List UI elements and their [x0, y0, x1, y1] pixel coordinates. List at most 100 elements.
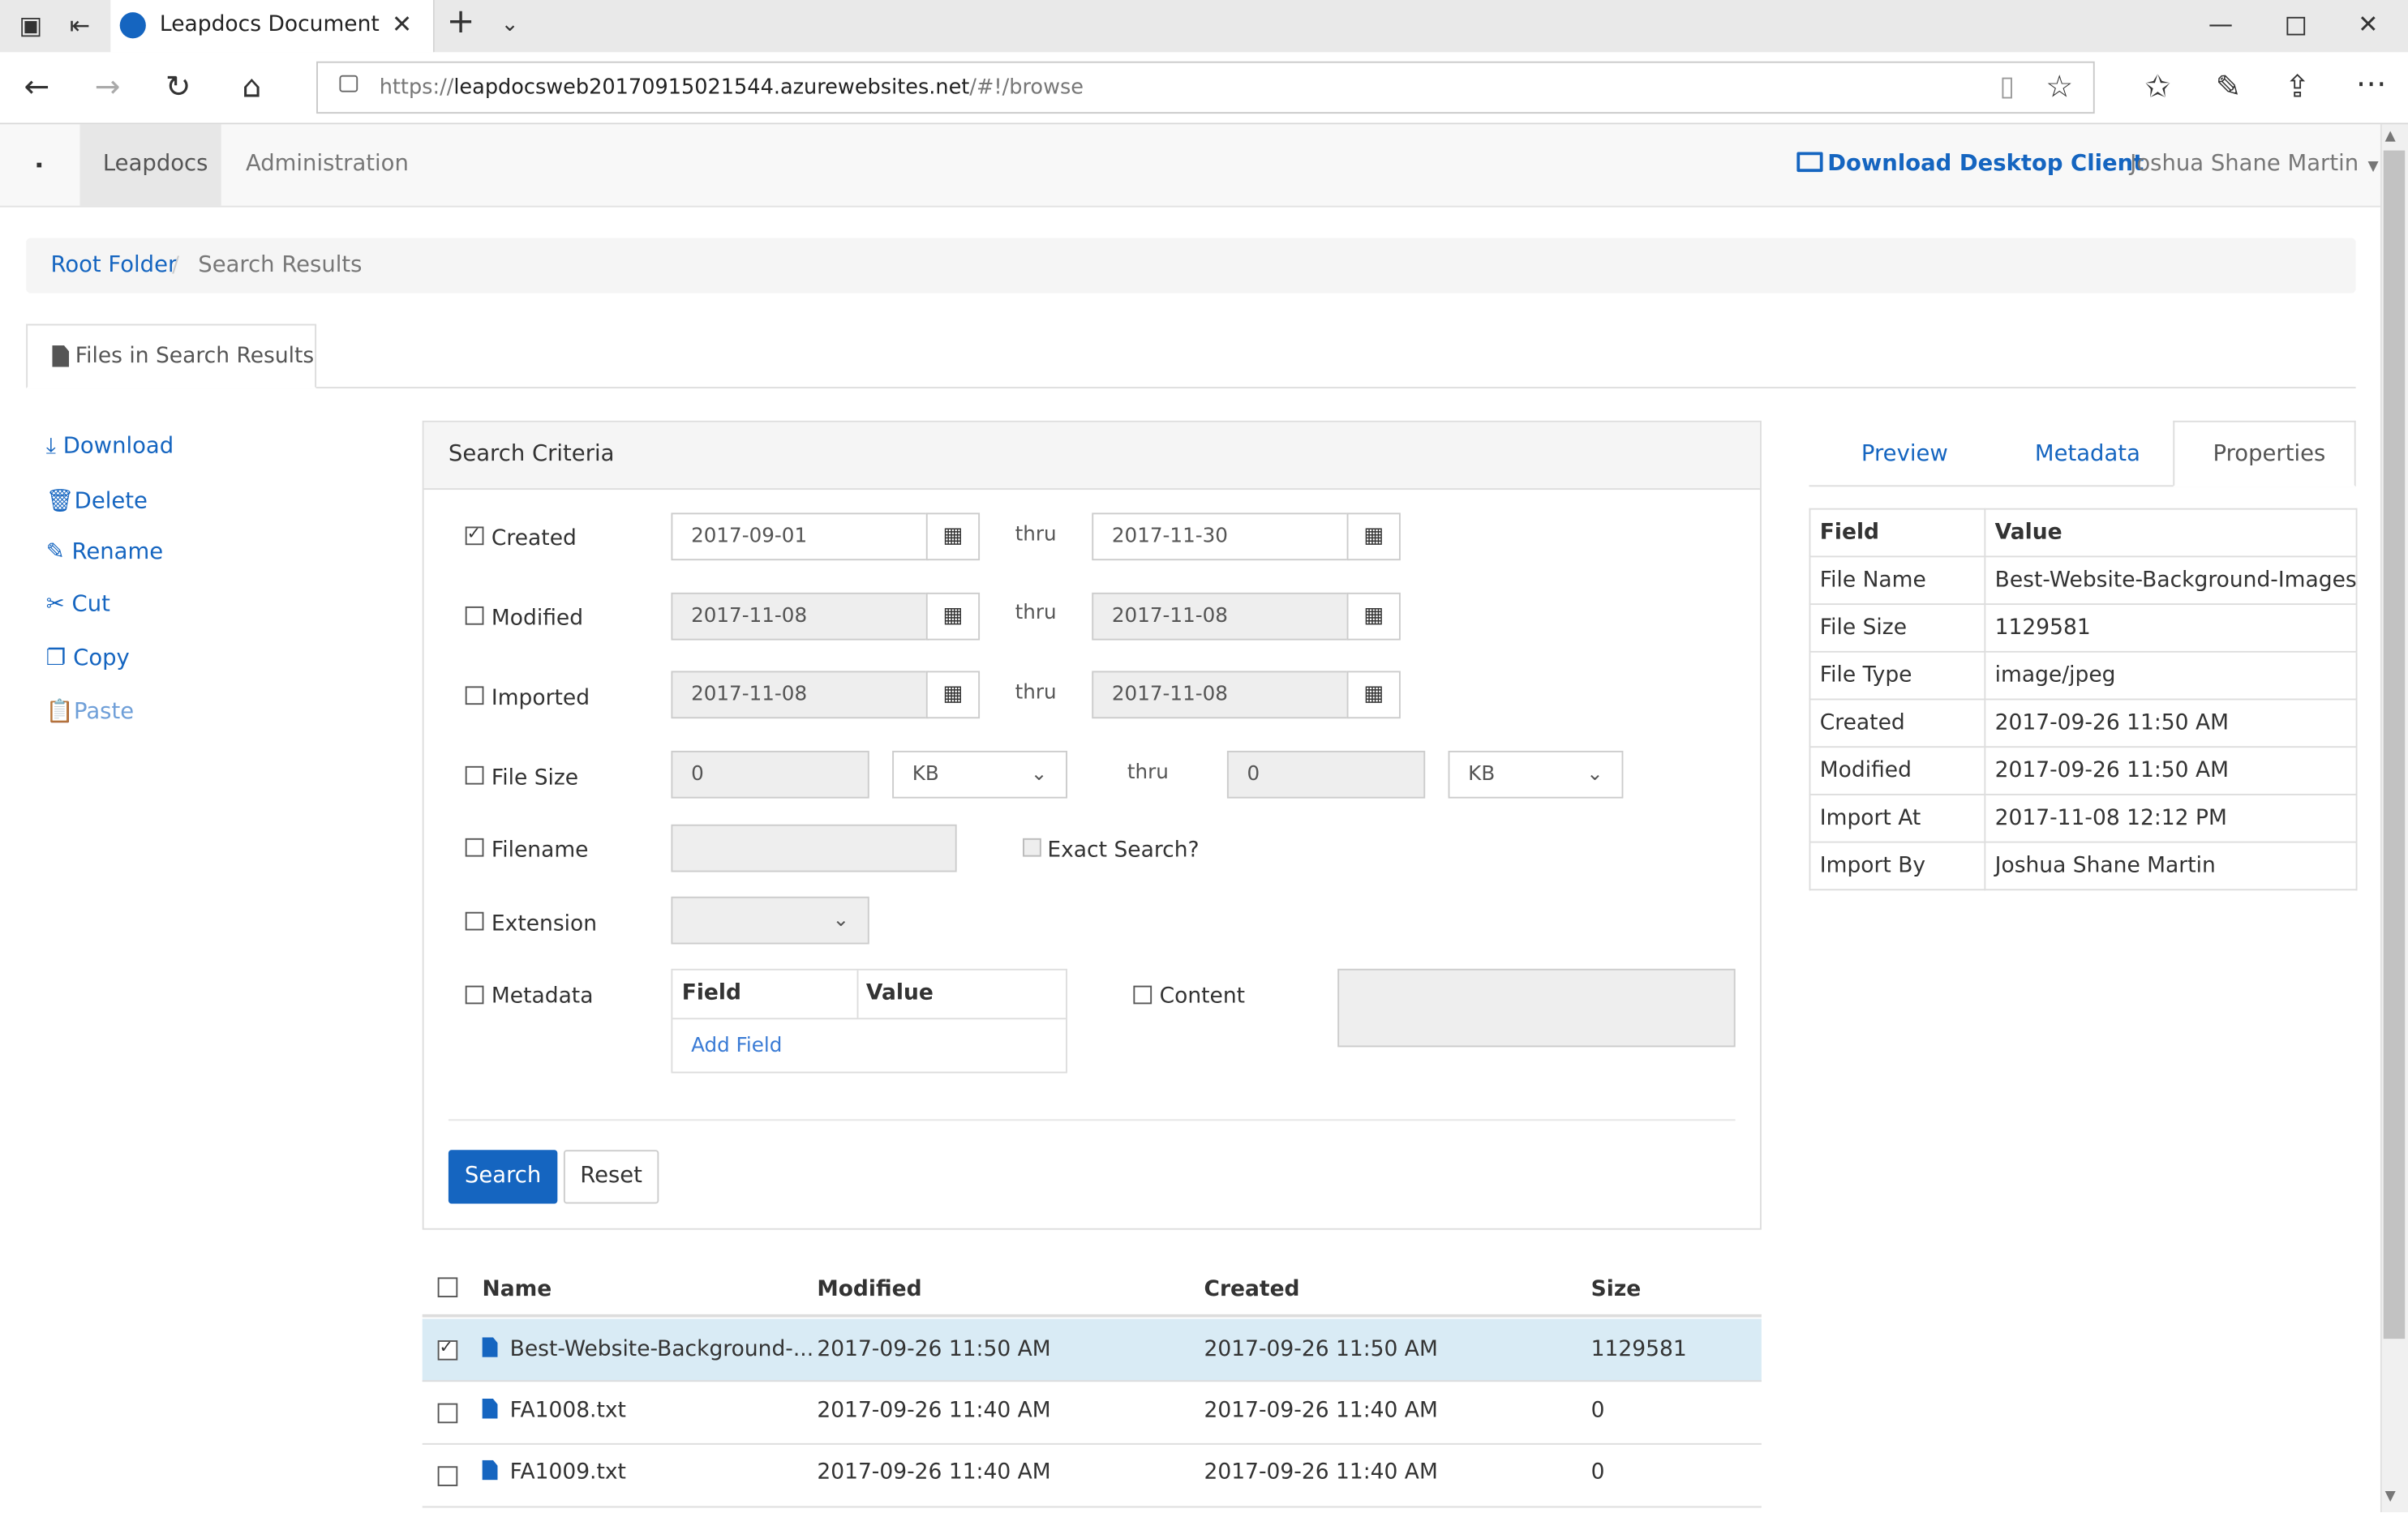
tab-files-in-search-results[interactable]: Files in Search Results	[26, 324, 317, 389]
filesize-to-unit-select[interactable]: KB ⌄	[1448, 750, 1624, 799]
results-header: Name Modified Created Size	[422, 1256, 1762, 1318]
created-header[interactable]: Created	[1204, 1277, 1300, 1301]
select-all-checkbox[interactable]	[437, 1277, 458, 1298]
row-checkbox[interactable]	[437, 1403, 458, 1424]
tab-metadata[interactable]: Metadata	[2035, 442, 2140, 466]
add-field-link[interactable]: Add Field	[691, 1035, 782, 1057]
browser-tab[interactable]: Leapdocs Document Ma ✕	[110, 0, 435, 53]
scroll-down-icon[interactable]: ▼	[2385, 1489, 2396, 1505]
favorite-star-icon[interactable]: ☆	[2038, 71, 2081, 101]
scrollbar-thumb[interactable]	[2383, 150, 2406, 1339]
search-button[interactable]: Search	[448, 1150, 558, 1204]
download-action[interactable]: ⤓ Download	[46, 435, 174, 459]
user-menu[interactable]: Joshua Shane Martin ▼	[2130, 152, 2378, 176]
property-value: 2017-11-08 12:12 PM	[1984, 793, 2358, 843]
nav-administration[interactable]: Administration	[246, 152, 409, 176]
tab-title: Leapdocs Document Ma	[159, 12, 383, 37]
forward-icon[interactable]: →	[86, 71, 129, 101]
breadcrumb: Root Folder / Search Results	[26, 238, 2356, 294]
close-tab-icon[interactable]: ✕	[392, 9, 412, 38]
chevron-down-icon: ⌄	[1030, 763, 1048, 787]
maximize-icon[interactable]	[2286, 16, 2306, 36]
address-bar[interactable]: https://leapdocsweb20170915021544.azurew…	[316, 61, 2095, 114]
filesize-from-unit-select[interactable]: KB ⌄	[892, 750, 1067, 799]
modified-cell: 2017-09-26 11:40 AM	[817, 1459, 1051, 1485]
copy-action[interactable]: ❐ Copy	[46, 646, 130, 671]
more-icon[interactable]: ⋯	[2350, 67, 2393, 98]
imported-checkbox[interactable]	[465, 686, 484, 705]
imported-to-input[interactable]: 2017-11-08	[1092, 671, 1350, 719]
table-row[interactable]: Best-Website-Background-... 2017-09-26 1…	[422, 1318, 1762, 1382]
cut-action[interactable]: ✂ Cut	[46, 593, 110, 617]
size-header[interactable]: Size	[1591, 1277, 1642, 1301]
close-window-icon[interactable]: ✕	[2346, 9, 2389, 40]
table-row[interactable]: FA1009.txt 2017-09-26 11:40 AM 2017-09-2…	[422, 1445, 1762, 1508]
table-row[interactable]: FA1008.txt 2017-09-26 11:40 AM 2017-09-2…	[422, 1382, 1762, 1445]
breadcrumb-root[interactable]: Root Folder	[50, 253, 177, 277]
tab-properties[interactable]: Properties	[2173, 420, 2356, 487]
reading-view-icon[interactable]: ▯	[1985, 71, 2028, 103]
filesize-from-input[interactable]: 0	[671, 750, 869, 799]
set-aside-icon[interactable]: ⇤	[58, 11, 101, 41]
filename-input[interactable]	[671, 824, 957, 872]
pencil-icon: ✎	[45, 540, 65, 565]
web-note-icon[interactable]: ✎	[2207, 71, 2250, 101]
share-icon[interactable]: ⇪	[2276, 71, 2319, 101]
back-icon[interactable]: ←	[15, 71, 58, 101]
minimize-icon[interactable]: —	[2199, 9, 2242, 40]
thru-label: thru	[1015, 523, 1057, 547]
row-checkbox[interactable]	[437, 1466, 458, 1486]
nav-leapdocs[interactable]: Leapdocs	[79, 124, 221, 206]
new-tab-icon[interactable]: +	[440, 6, 483, 40]
modified-label: Modified	[491, 606, 584, 632]
reset-button[interactable]: Reset	[563, 1150, 659, 1204]
url-text: https://leapdocsweb20170915021544.azurew…	[379, 75, 1084, 101]
calendar-icon[interactable]: ▦	[1346, 592, 1401, 641]
metadata-checkbox[interactable]	[465, 985, 484, 1005]
paste-action[interactable]: 📋Paste	[46, 699, 134, 724]
created-checkbox[interactable]	[465, 524, 484, 546]
file-name-link[interactable]: FA1008.txt	[482, 1398, 626, 1423]
delete-action[interactable]: 🗑Delete	[46, 488, 148, 514]
rename-action[interactable]: ✎ Rename	[46, 541, 163, 565]
tab-preview[interactable]: Preview	[1861, 442, 1948, 466]
calendar-icon[interactable]: ▦	[1346, 671, 1401, 719]
file-name-link[interactable]: Best-Website-Background-...	[482, 1337, 813, 1362]
modified-from-input[interactable]: 2017-11-08	[671, 592, 929, 641]
filesize-to-input[interactable]: 0	[1226, 750, 1426, 799]
content-textarea[interactable]	[1337, 968, 1736, 1048]
property-field: Modified	[1809, 746, 1986, 795]
calendar-icon[interactable]: ▦	[1346, 512, 1401, 561]
tabs-aside-icon[interactable]: ▣	[9, 11, 52, 41]
file-name-link[interactable]: FA1009.txt	[482, 1459, 626, 1485]
extension-select[interactable]: ⌄	[671, 896, 869, 945]
created-to-input[interactable]: 2017-11-30	[1092, 512, 1350, 561]
row-checkbox[interactable]	[437, 1337, 458, 1361]
calendar-icon[interactable]: ▦	[925, 671, 981, 719]
name-header[interactable]: Name	[483, 1277, 552, 1301]
modified-to-input[interactable]: 2017-11-08	[1092, 592, 1350, 641]
tab-list-chevron-icon[interactable]: ⌄	[488, 9, 531, 40]
trash-icon: 🗑	[45, 490, 75, 515]
scroll-up-icon[interactable]: ▲	[2385, 129, 2396, 144]
favorites-hub-icon[interactable]: ✩	[2136, 71, 2179, 101]
calendar-icon[interactable]: ▦	[925, 592, 981, 641]
calendar-icon[interactable]: ▦	[925, 512, 981, 561]
exact-search-checkbox[interactable]	[1023, 838, 1041, 857]
filename-checkbox[interactable]	[465, 838, 484, 857]
modified-header[interactable]: Modified	[817, 1277, 921, 1301]
exact-search-label: Exact Search?	[1047, 838, 1200, 864]
home-icon[interactable]: ⌂	[230, 71, 273, 101]
tab-label: Files in Search Results	[75, 344, 315, 369]
brand-dot	[36, 162, 42, 168]
content-checkbox[interactable]	[1133, 985, 1152, 1005]
property-field: File Name	[1809, 555, 1986, 606]
created-from-input[interactable]: 2017-09-01	[671, 512, 929, 561]
imported-from-input[interactable]: 2017-11-08	[671, 671, 929, 719]
extension-checkbox[interactable]	[465, 911, 484, 931]
filesize-checkbox[interactable]	[465, 765, 484, 785]
property-row: File Name Best-Website-Background-Images.…	[1809, 555, 2358, 606]
download-client-link[interactable]: Download Desktop Client	[1796, 152, 2144, 177]
modified-checkbox[interactable]	[465, 606, 484, 625]
refresh-icon[interactable]: ↻	[157, 71, 200, 101]
